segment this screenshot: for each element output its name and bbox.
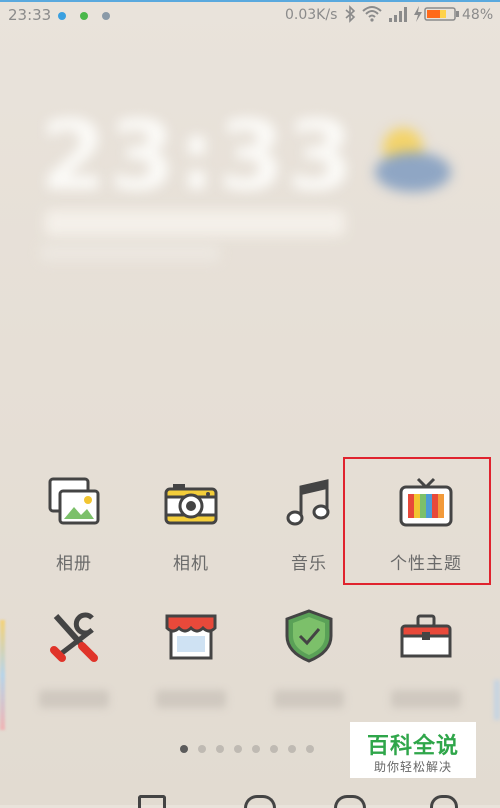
app-tools[interactable]	[19, 608, 129, 708]
notification-dot-icon	[102, 12, 110, 20]
blurred-label	[391, 690, 461, 708]
blurred-label	[274, 690, 344, 708]
dock-app-icon[interactable]	[430, 795, 458, 808]
watermark: 百科全说 助你轻松解决	[350, 722, 476, 778]
edge-peek-left	[0, 620, 5, 730]
page-indicator[interactable]	[180, 738, 324, 757]
signal-icon	[389, 7, 407, 22]
status-time: 23:33	[8, 6, 52, 24]
page-dot[interactable]	[252, 745, 260, 753]
app-toolbox[interactable]	[371, 608, 481, 708]
page-dot[interactable]	[198, 745, 206, 753]
bluetooth-icon	[345, 5, 356, 23]
battery-percent: 48%	[462, 7, 494, 23]
security-shield-icon	[285, 609, 333, 663]
page-dot[interactable]	[288, 745, 296, 753]
battery-icon	[424, 7, 459, 21]
status-bar: 23:33 0.03K/s 48%	[0, 2, 500, 28]
highlight-box	[343, 457, 491, 585]
dock-app-icon[interactable]	[138, 795, 166, 808]
app-label: 相册	[56, 554, 92, 574]
toolbox-icon	[400, 614, 452, 658]
charging-icon	[414, 6, 422, 22]
network-speed: 0.03K/s	[285, 7, 338, 23]
dock-app-icon[interactable]	[244, 795, 276, 808]
edge-peek-right	[494, 680, 500, 720]
app-camera[interactable]: 相机	[136, 475, 246, 574]
dock-app-icon[interactable]	[334, 795, 366, 808]
page-dot[interactable]	[216, 745, 224, 753]
wifi-icon	[362, 6, 382, 22]
blurred-label	[39, 690, 109, 708]
music-icon	[286, 479, 330, 526]
app-security[interactable]	[254, 608, 364, 708]
gallery-icon	[48, 477, 100, 525]
weather-icon[interactable]	[365, 120, 455, 200]
page-dot-active[interactable]	[180, 745, 188, 753]
page-dot[interactable]	[270, 745, 278, 753]
clock-widget[interactable]: 23:33	[40, 100, 356, 212]
watermark-subtitle: 助你轻松解决	[373, 760, 452, 774]
notification-dot-icon	[58, 12, 66, 20]
camera-icon	[164, 484, 218, 525]
app-label: 相机	[173, 554, 209, 574]
page-dot[interactable]	[234, 745, 242, 753]
blurred-label	[156, 690, 226, 708]
tools-icon	[50, 612, 98, 662]
date-widget	[45, 210, 345, 236]
notification-dot-icon	[80, 12, 88, 20]
page-dot[interactable]	[306, 745, 314, 753]
watermark-title: 百科全说	[366, 734, 459, 759]
date-subline	[40, 245, 220, 261]
app-store[interactable]	[136, 608, 246, 708]
app-gallery[interactable]: 相册	[19, 475, 129, 574]
store-icon	[165, 614, 217, 660]
